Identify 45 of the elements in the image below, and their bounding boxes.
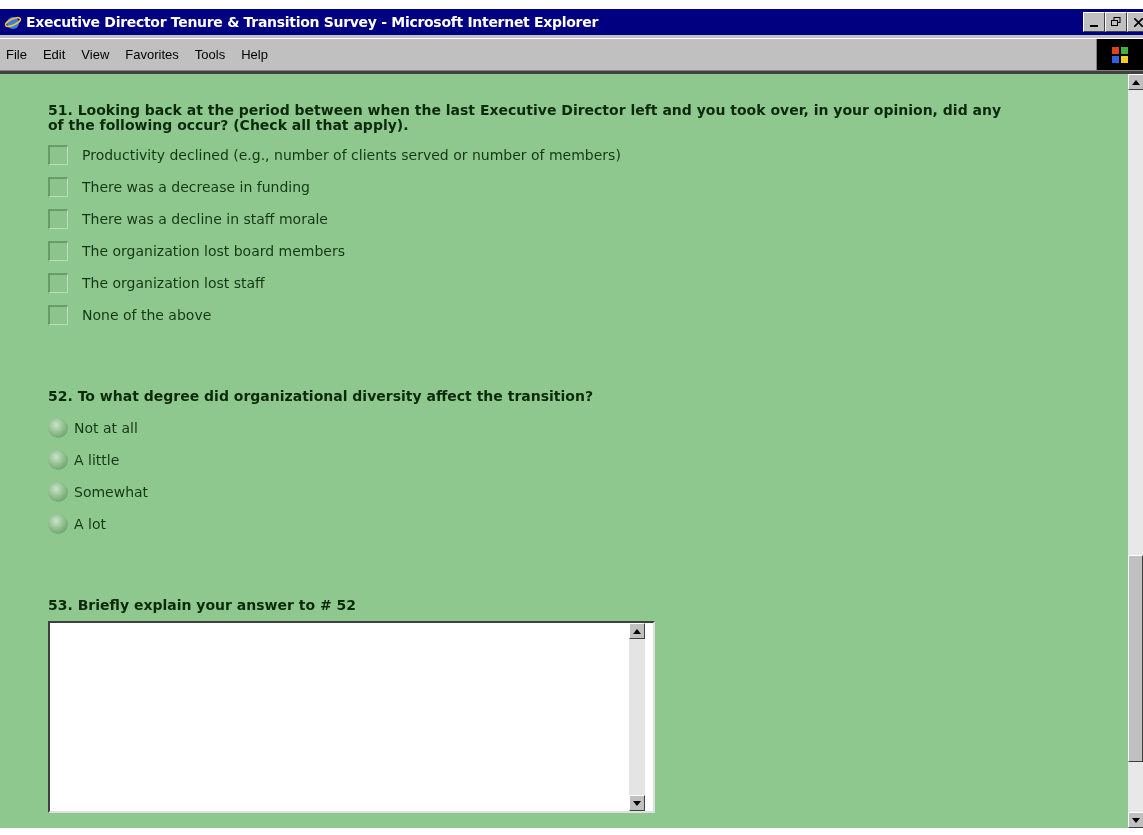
option-label: Productivity declined (e.g., number of clients served or number of members) [82,145,621,165]
minimize-button[interactable] [1083,12,1105,32]
checkbox[interactable] [48,209,68,229]
menu-item[interactable]: View [75,44,116,65]
option-label: There was a decline in staff morale [82,209,328,229]
checkbox[interactable] [48,241,68,261]
menu-item[interactable]: File [0,44,33,65]
option-label: The organization lost board members [82,241,345,261]
down-arrow-icon [633,800,641,806]
option-label: None of the above [82,305,212,325]
checkbox[interactable] [48,145,68,165]
radio-button[interactable] [48,450,68,470]
radio-button[interactable] [48,482,68,502]
radio-button[interactable] [48,418,68,438]
down-arrow-icon [1132,817,1140,823]
option-label: Not at all [74,418,138,438]
option-label: A little [74,450,120,470]
question-text: 51. Looking back at the period between when the last Executive Director left and you took over, in your opinion, did any of the following occur? (Check all that apply). [48,103,1003,133]
checkbox[interactable] [48,305,68,325]
option-label: The organization lost staff [82,273,265,293]
option-label: There was a decrease in funding [82,177,310,197]
window-title: Executive Director Tenure & Transition Survey - Microsoft Internet Explorer [26,12,598,32]
option-label: Somewhat [74,482,149,502]
up-arrow-icon [633,628,641,634]
scroll-down-button[interactable] [1128,812,1143,828]
menu-item[interactable]: Tools [188,44,232,65]
menu-item[interactable]: Help [235,44,274,65]
up-arrow-icon [1132,79,1140,85]
question-text: 52. To what degree did organizational diversity affect the transition? [48,389,595,404]
checkbox[interactable] [48,273,68,293]
close-button[interactable] [1127,12,1143,32]
close-icon [1133,17,1143,27]
radio-button[interactable] [48,514,68,534]
checkbox[interactable] [48,177,68,197]
scroll-down-button[interactable] [629,795,645,811]
menu-item[interactable]: Edit [36,44,72,65]
scrollbar-thumb[interactable] [1128,555,1143,762]
option-label: A lot [74,514,106,534]
windows-logo [1097,39,1143,70]
question-text: 53. Briefly explain your answer to # 52 [48,598,358,613]
menu-item[interactable]: Favorites [119,44,185,65]
scroll-up-button[interactable] [1128,74,1143,90]
restore-button[interactable] [1105,12,1127,32]
scroll-up-button[interactable] [629,623,645,639]
restore-icon [1111,17,1121,27]
